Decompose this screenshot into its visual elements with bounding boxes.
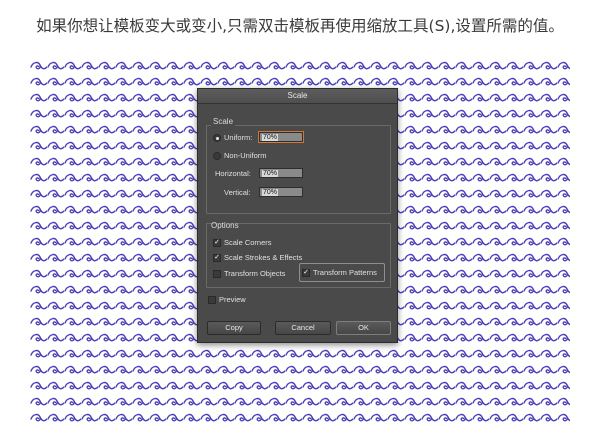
- options-group-label: Options: [211, 221, 239, 230]
- scale-strokes-label: Scale Strokes & Effects: [224, 253, 303, 262]
- cancel-button[interactable]: Cancel: [275, 321, 331, 335]
- scale-strokes-checkbox[interactable]: ✓ Scale Strokes & Effects: [213, 253, 303, 263]
- scale-group: Scale Uniform: 70% Non-Uniform Horizonta…: [206, 117, 391, 214]
- horizontal-value-text: 70%: [262, 170, 279, 177]
- uniform-label: Uniform:: [224, 133, 253, 142]
- ok-button[interactable]: OK: [336, 321, 391, 335]
- checkmark-icon[interactable]: ✓: [213, 254, 221, 263]
- vertical-value-text: 70%: [262, 189, 279, 196]
- transform-objects-checkbox[interactable]: Transform Objects: [213, 269, 286, 279]
- non-uniform-label: Non-Uniform: [224, 151, 267, 160]
- checkbox-empty-icon[interactable]: [208, 296, 216, 305]
- horizontal-value-field[interactable]: 70%: [259, 168, 303, 178]
- transform-patterns-label: Transform Patterns: [313, 268, 377, 277]
- scale-dialog: Scale Scale Uniform: 70% Non-Uniform Hor…: [197, 88, 398, 343]
- dialog-title: Scale: [198, 89, 397, 104]
- uniform-value-text: 70%: [262, 134, 279, 141]
- horizontal-label: Horizontal:: [215, 169, 251, 178]
- checkmark-icon[interactable]: ✓: [213, 239, 221, 248]
- uniform-radio-indicator[interactable]: [213, 134, 221, 143]
- checkmark-icon[interactable]: ✓: [302, 269, 310, 278]
- transform-objects-label: Transform Objects: [224, 269, 286, 278]
- scale-corners-checkbox[interactable]: ✓ Scale Corners: [213, 238, 272, 248]
- vertical-value-field[interactable]: 70%: [259, 187, 303, 197]
- non-uniform-radio[interactable]: Non-Uniform: [213, 151, 267, 161]
- scale-corners-label: Scale Corners: [224, 238, 272, 247]
- preview-label: Preview: [219, 295, 246, 304]
- vertical-label: Vertical:: [224, 188, 251, 197]
- uniform-radio[interactable]: Uniform:: [213, 133, 253, 143]
- checkbox-empty-icon[interactable]: [213, 270, 221, 279]
- preview-checkbox[interactable]: Preview: [208, 295, 246, 305]
- transform-patterns-checkbox[interactable]: ✓ Transform Patterns: [302, 268, 377, 278]
- instruction-caption: 如果你想让模板变大或变小,只需双击模板再使用缩放工具(S),设置所需的值。: [36, 17, 564, 35]
- uniform-value-field[interactable]: 70%: [258, 131, 304, 143]
- non-uniform-radio-indicator[interactable]: [213, 152, 221, 161]
- copy-button[interactable]: Copy: [207, 321, 261, 335]
- scale-group-label: Scale: [211, 117, 236, 126]
